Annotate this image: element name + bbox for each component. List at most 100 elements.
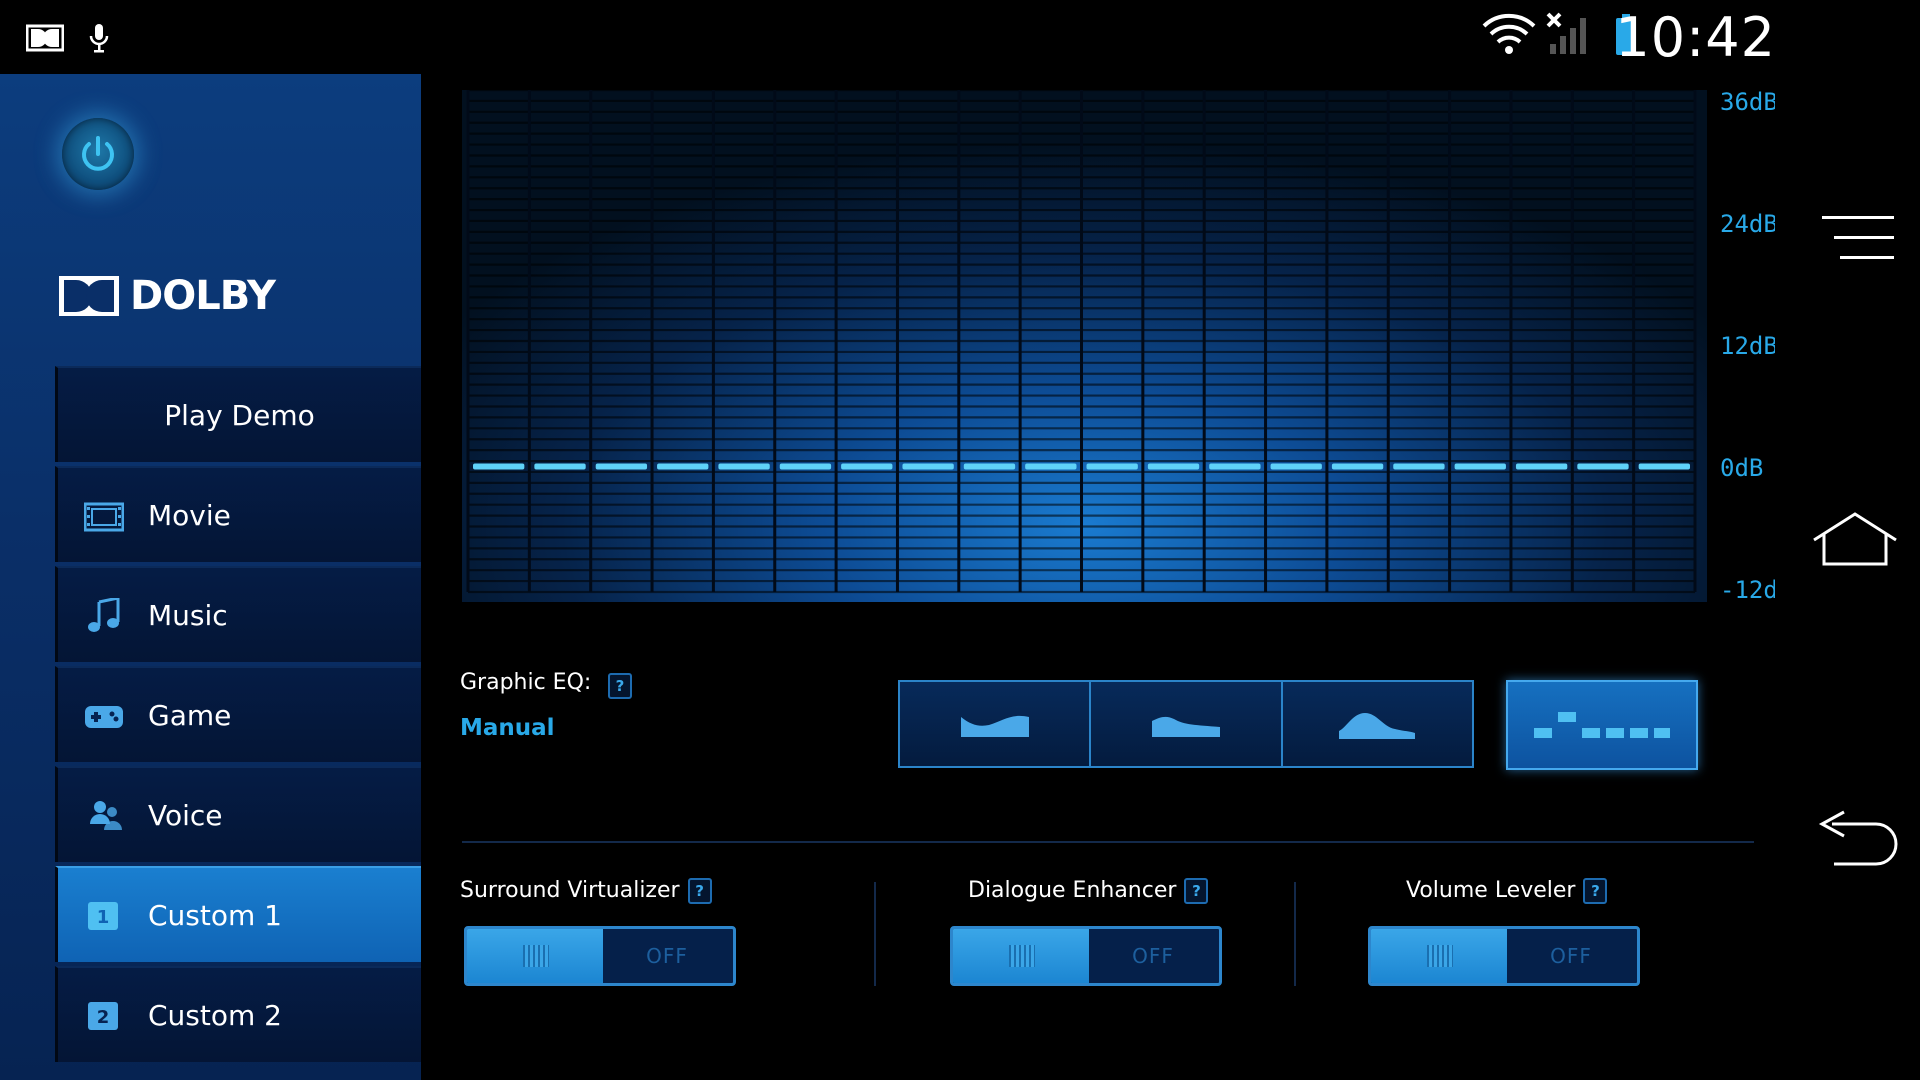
gamepad-icon [85, 706, 123, 728]
volume-leveler-control: Volume Leveler? OFF [1368, 878, 1668, 986]
eq-band-level-4[interactable] [657, 463, 709, 470]
dialogue-enhancer-help-icon[interactable]: ? [1184, 878, 1209, 904]
graphic-eq-help-icon[interactable]: ? [608, 673, 632, 699]
eq-band-level-14[interactable] [1270, 463, 1322, 470]
custom-1-badge: 1 [97, 907, 110, 928]
menu-item-voice[interactable]: Voice [55, 766, 421, 862]
menu-item-music[interactable]: Music [55, 566, 421, 662]
menu-item-label: Game [148, 698, 232, 732]
no-signal-icon [1546, 12, 1586, 54]
eq-band-level-3[interactable] [595, 463, 648, 470]
menu-item-custom-2[interactable]: 2 Custom 2 [55, 966, 421, 1062]
home-icon[interactable] [1810, 510, 1900, 568]
dolby-status-icon [26, 24, 64, 52]
mic-icon [89, 24, 109, 53]
toggle-state: OFF [1550, 944, 1592, 968]
custom-1-icon: 1 [88, 902, 118, 930]
brand-name: DOLBY [130, 273, 276, 319]
custom-2-icon: 2 [88, 1002, 118, 1030]
menu-icon[interactable] [1820, 214, 1896, 262]
navigation-bar [1775, 74, 1920, 1080]
eq-preset-group [898, 680, 1474, 768]
eq-curve-open-icon [960, 715, 1029, 737]
menu-item-label: Music [148, 598, 228, 632]
eq-band-level-10[interactable] [1025, 463, 1077, 470]
eq-band-level-8[interactable] [902, 463, 954, 470]
volume-leveler-help-icon[interactable]: ? [1583, 878, 1608, 904]
wifi-icon [1482, 13, 1536, 54]
menu-item-label: Movie [148, 498, 231, 532]
eq-band-level-9[interactable] [963, 463, 1016, 470]
graphic-eq-label: Graphic EQ: [460, 670, 592, 695]
power-icon [82, 136, 114, 171]
eq-curve-rich-icon [1151, 716, 1220, 737]
profile-menu: Play Demo Movie Music Game Voice 1 Custo… [55, 366, 421, 1066]
eq-manual-bars-icon [1534, 712, 1670, 738]
clock: 10:42 [1615, 6, 1776, 69]
eq-curve-focused-icon [1339, 713, 1416, 739]
dialogue-enhancer-toggle[interactable]: OFF [950, 926, 1222, 986]
toggle-knob [953, 929, 1089, 983]
axis-label-36db: 36dB [1720, 88, 1778, 116]
eq-band-level-13[interactable] [1209, 463, 1261, 470]
eq-graph[interactable] [462, 90, 1707, 602]
eq-band-level-7[interactable] [841, 463, 893, 470]
menu-item-movie[interactable]: Movie [55, 466, 421, 562]
dolby-logo: DOLBY [58, 273, 276, 319]
grip-icon [1427, 945, 1453, 967]
surround-virtualizer-toggle[interactable]: OFF [464, 926, 736, 986]
eq-band-level-12[interactable] [1147, 463, 1200, 470]
grip-icon [523, 945, 549, 967]
eq-preset-focused-button[interactable] [1282, 682, 1472, 766]
eq-preset-open-button[interactable] [900, 682, 1092, 766]
back-icon[interactable] [1818, 808, 1898, 868]
power-button[interactable] [62, 118, 134, 190]
eq-band-level-1[interactable] [473, 463, 525, 470]
volume-leveler-toggle[interactable]: OFF [1368, 926, 1640, 986]
menu-item-label: Custom 2 [148, 998, 282, 1032]
eq-band-level-16[interactable] [1393, 463, 1445, 470]
eq-band-level-20[interactable] [1638, 463, 1690, 470]
dialogue-enhancer-label: Dialogue Enhancer [968, 878, 1177, 903]
menu-item-play-demo[interactable]: Play Demo [55, 366, 421, 462]
eq-preset-rich-button[interactable] [1091, 682, 1283, 766]
toggle-separator [1294, 882, 1296, 986]
eq-band-level-18[interactable] [1515, 463, 1568, 470]
eq-band-level-5[interactable] [718, 463, 770, 470]
toggle-state: OFF [1132, 944, 1174, 968]
status-bar: 10:42 [0, 0, 1920, 74]
eq-band-level-6[interactable] [779, 463, 832, 470]
music-note-icon [88, 598, 120, 632]
eq-grid [466, 90, 1697, 594]
dialogue-enhancer-control: Dialogue Enhancer? OFF [950, 878, 1250, 986]
axis-label-24db: 24dB [1720, 210, 1778, 238]
menu-item-custom-1[interactable]: 1 Custom 1 [55, 866, 421, 962]
custom-2-badge: 2 [97, 1007, 110, 1028]
graphic-eq-value: Manual [460, 715, 555, 741]
menu-item-label: Custom 1 [148, 898, 282, 932]
eq-preset-manual-button[interactable] [1506, 680, 1698, 770]
toggle-knob [1371, 929, 1507, 983]
dolby-double-d-icon [59, 276, 119, 316]
volume-leveler-label: Volume Leveler [1406, 878, 1576, 903]
eq-band-level-2[interactable] [534, 463, 586, 470]
menu-item-label: Play Demo [164, 398, 315, 432]
eq-band-level-17[interactable] [1454, 463, 1506, 470]
surround-virtualizer-control: Surround Virtualizer? OFF [460, 878, 760, 986]
eq-band-level-15[interactable] [1331, 463, 1384, 470]
toggle-separator [874, 882, 876, 986]
sidebar: DOLBY Play Demo Movie Music Game Voice 1… [0, 74, 421, 1080]
film-icon [84, 502, 124, 532]
toggle-state: OFF [646, 944, 688, 968]
surround-virtualizer-help-icon[interactable]: ? [687, 878, 712, 904]
axis-label-0db: 0dB [1720, 454, 1764, 482]
menu-item-game[interactable]: Game [55, 666, 421, 762]
eq-band-level-11[interactable] [1086, 463, 1138, 470]
menu-item-label: Voice [148, 798, 223, 832]
people-icon [90, 801, 122, 830]
section-divider [462, 841, 1754, 843]
surround-virtualizer-label: Surround Virtualizer [460, 878, 680, 903]
toggle-knob [467, 929, 603, 983]
eq-band-level-19[interactable] [1577, 463, 1629, 470]
grip-icon [1009, 945, 1035, 967]
